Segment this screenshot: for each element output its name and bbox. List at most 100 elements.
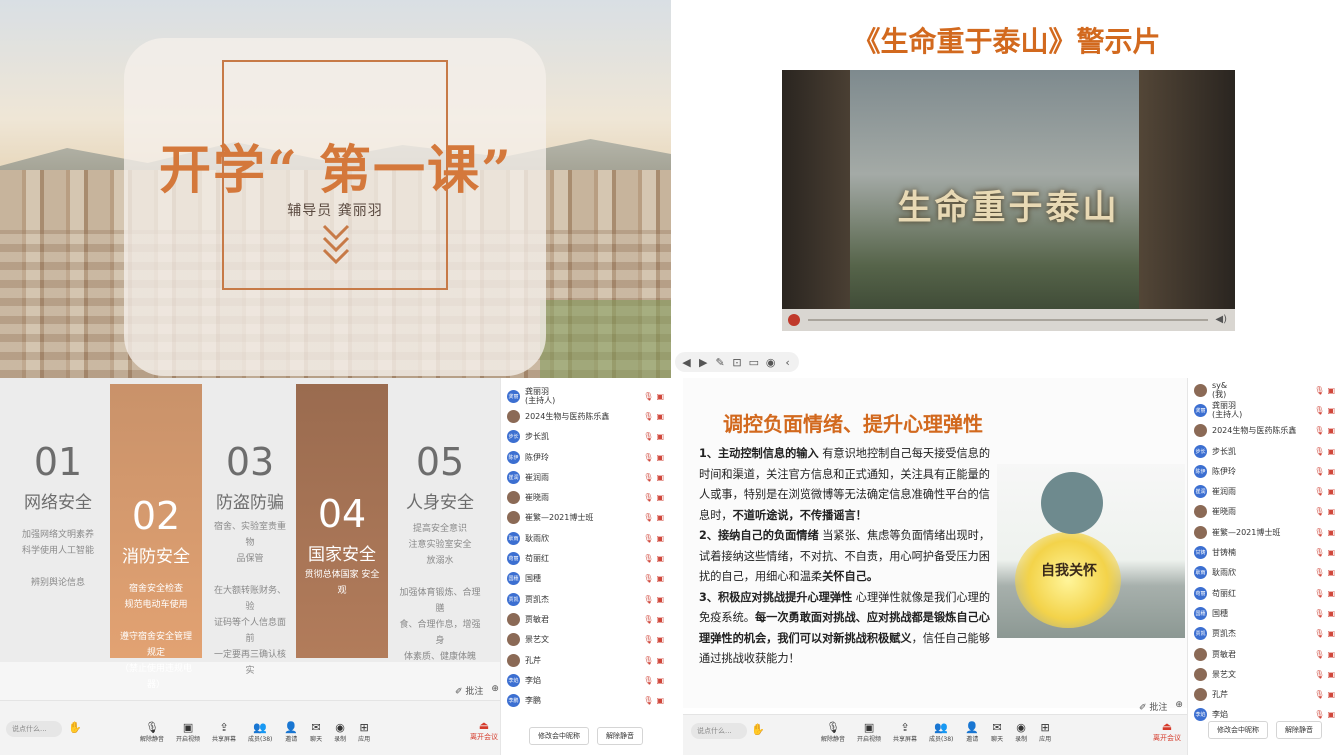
prev-icon[interactable]: ◀ — [680, 356, 693, 369]
record-button[interactable]: ◉ 录制 — [334, 721, 346, 743]
chat-icon[interactable]: ◉ — [764, 356, 777, 369]
mic-camera-icons[interactable]: 🎙▣ — [643, 615, 667, 624]
raise-hand-icon[interactable]: ✋ — [751, 723, 765, 736]
mic-camera-icons[interactable]: 🎙▣ — [1314, 487, 1338, 496]
record-button[interactable]: ◉ 录制 — [1015, 721, 1027, 743]
mic-camera-icons[interactable]: 🎙▣ — [643, 696, 667, 705]
invite-button[interactable]: 👤 邀请 — [965, 721, 979, 743]
participant-row[interactable]: 李焰 李焰 🎙▣ — [507, 670, 667, 690]
pen-icon[interactable]: ✎ — [714, 356, 727, 369]
next-icon[interactable]: ▶ — [697, 356, 710, 369]
participant-row[interactable]: 国穗 国穗 🎙▣ — [1194, 603, 1338, 623]
share-screen-button[interactable]: ⇪ 共享屏幕 — [893, 721, 917, 743]
participant-row[interactable]: sy& (我) 🎙▣ — [1194, 380, 1338, 400]
participant-row[interactable]: 崔晓雨 🎙▣ — [1194, 502, 1338, 522]
video-button[interactable]: ▣ 开启视频 — [857, 721, 881, 743]
grid-icon[interactable]: ⊡ — [731, 356, 744, 369]
play-button[interactable] — [788, 314, 800, 326]
chat-input[interactable]: 说点什么... — [691, 723, 747, 739]
mic-camera-icons[interactable]: 🎙▣ — [1314, 386, 1338, 395]
members-button[interactable]: 👥 成员(38) — [929, 721, 953, 743]
mic-camera-icons[interactable]: 🎙▣ — [1314, 548, 1338, 557]
zoom-icon[interactable]: ⊕ — [1175, 700, 1183, 713]
participant-row[interactable]: 步长 步长凯 🎙▣ — [1194, 441, 1338, 461]
chat-button[interactable]: ✉ 聊天 — [991, 721, 1003, 743]
mic-camera-icons[interactable]: 🎙▣ — [1314, 629, 1338, 638]
screen-icon[interactable]: ▭ — [747, 356, 760, 369]
mic-camera-icons[interactable]: 🎙▣ — [643, 676, 667, 685]
mic-camera-icons[interactable]: 🎙▣ — [1314, 690, 1338, 699]
unmute-button[interactable]: 🎙 解除静音 — [140, 721, 164, 743]
mic-camera-icons[interactable]: 🎙▣ — [643, 635, 667, 644]
mic-camera-icons[interactable]: 🎙▣ — [1314, 568, 1338, 577]
zoom-icon[interactable]: ⊕ — [491, 684, 499, 697]
mic-camera-icons[interactable]: 🎙▣ — [643, 392, 667, 401]
rename-button[interactable]: 修改会中昵称 — [1208, 721, 1268, 739]
participant-row[interactable]: 崔润 崔润雨 🎙▣ — [1194, 481, 1338, 501]
video-button[interactable]: ▣ 开启视频 — [176, 721, 200, 743]
participant-row[interactable]: 苟丽 苟丽红 🎙▣ — [507, 548, 667, 568]
participant-row[interactable]: 2024生物与医药陈乐鑫 🎙▣ — [507, 406, 667, 426]
participant-row[interactable]: 步长 步长凯 🎙▣ — [507, 427, 667, 447]
mic-camera-icons[interactable]: 🎙▣ — [1314, 650, 1338, 659]
participant-row[interactable]: 耿雨 耿雨欣 🎙▣ — [507, 528, 667, 548]
participant-row[interactable]: 孔芹 🎙▣ — [1194, 684, 1338, 704]
unmute-button[interactable]: 🎙 解除静音 — [821, 721, 845, 743]
mic-camera-icons[interactable]: 🎙▣ — [643, 574, 667, 583]
chat-button[interactable]: ✉ 聊天 — [310, 721, 322, 743]
mic-camera-icons[interactable]: 🎙▣ — [1314, 507, 1338, 516]
volume-icon[interactable]: ◀) — [1215, 314, 1227, 325]
mic-camera-icons[interactable]: 🎙▣ — [643, 595, 667, 604]
invite-button[interactable]: 👤 邀请 — [284, 721, 298, 743]
apps-button[interactable]: ⊞ 应用 — [1039, 721, 1051, 743]
mic-camera-icons[interactable]: 🎙▣ — [643, 453, 667, 462]
participant-row[interactable]: 陈伊 陈伊玲 🎙▣ — [1194, 461, 1338, 481]
mic-camera-icons[interactable]: 🎙▣ — [1314, 528, 1338, 537]
mic-camera-icons[interactable]: 🎙▣ — [643, 412, 667, 421]
participant-row[interactable]: 景艺文 🎙▣ — [507, 630, 667, 650]
mic-camera-icons[interactable]: 🎙▣ — [1314, 670, 1338, 679]
participant-row[interactable]: 甘铸 甘铸楠 🎙▣ — [1194, 542, 1338, 562]
participant-row[interactable]: 2024生物与医药陈乐鑫 🎙▣ — [1194, 421, 1338, 441]
video-progress-bar[interactable] — [808, 319, 1208, 321]
participant-row[interactable]: 龚丽 龚丽羽 (主持人) 🎙▣ — [1194, 400, 1338, 420]
mic-camera-icons[interactable]: 🎙▣ — [1314, 426, 1338, 435]
participant-row[interactable]: 龚丽 龚丽羽 (主持人) 🎙▣ — [507, 386, 667, 406]
participant-row[interactable]: 崔繁—2021博士班 🎙▣ — [1194, 522, 1338, 542]
mic-camera-icons[interactable]: 🎙▣ — [1314, 467, 1338, 476]
mic-camera-icons[interactable]: 🎙▣ — [643, 473, 667, 482]
participant-row[interactable]: 崔润 崔润雨 🎙▣ — [507, 467, 667, 487]
mic-camera-icons[interactable]: 🎙▣ — [643, 493, 667, 502]
participant-row[interactable]: 苟丽 苟丽红 🎙▣ — [1194, 583, 1338, 603]
participant-row[interactable]: 国穗 国穗 🎙▣ — [507, 569, 667, 589]
leave-button[interactable]: ⏏ 离开会议 — [470, 719, 498, 742]
mic-camera-icons[interactable]: 🎙▣ — [643, 554, 667, 563]
chat-input[interactable]: 说点什么... — [6, 721, 62, 737]
mic-camera-icons[interactable]: 🎙▣ — [1314, 589, 1338, 598]
unmute-all-button[interactable]: 解除静音 — [597, 727, 643, 745]
participant-row[interactable]: 崔晓雨 🎙▣ — [507, 487, 667, 507]
mic-camera-icons[interactable]: 🎙▣ — [1314, 447, 1338, 456]
participant-row[interactable]: 孔芹 🎙▣ — [507, 650, 667, 670]
leave-button[interactable]: ⏏ 离开会议 — [1153, 720, 1181, 743]
video-player[interactable]: 生命重于泰山 ◀) — [782, 70, 1235, 331]
participant-row[interactable]: 贾凯 贾凯杰 🎙▣ — [507, 589, 667, 609]
mic-camera-icons[interactable]: 🎙▣ — [643, 534, 667, 543]
members-button[interactable]: 👥 成员(38) — [248, 721, 272, 743]
participant-row[interactable]: 李鹏 李鹏 🎙▣ — [507, 690, 667, 710]
participant-row[interactable]: 耿雨 耿雨欣 🎙▣ — [1194, 563, 1338, 583]
raise-hand-icon[interactable]: ✋ — [68, 721, 82, 734]
mic-camera-icons[interactable]: 🎙▣ — [1314, 406, 1338, 415]
rename-button[interactable]: 修改会中昵称 — [529, 727, 589, 745]
mic-camera-icons[interactable]: 🎙▣ — [643, 432, 667, 441]
participant-row[interactable]: 贾敏君 🎙▣ — [507, 609, 667, 629]
mic-camera-icons[interactable]: 🎙▣ — [643, 513, 667, 522]
collapse-icon[interactable]: ‹ — [781, 356, 794, 369]
mic-camera-icons[interactable]: 🎙▣ — [1314, 710, 1338, 719]
share-screen-button[interactable]: ⇪ 共享屏幕 — [212, 721, 236, 743]
participant-row[interactable]: 贾凯 贾凯杰 🎙▣ — [1194, 624, 1338, 644]
unmute-all-button[interactable]: 解除静音 — [1276, 721, 1322, 739]
mic-camera-icons[interactable]: 🎙▣ — [1314, 609, 1338, 618]
participant-row[interactable]: 贾敏君 🎙▣ — [1194, 644, 1338, 664]
participant-row[interactable]: 陈伊 陈伊玲 🎙▣ — [507, 447, 667, 467]
